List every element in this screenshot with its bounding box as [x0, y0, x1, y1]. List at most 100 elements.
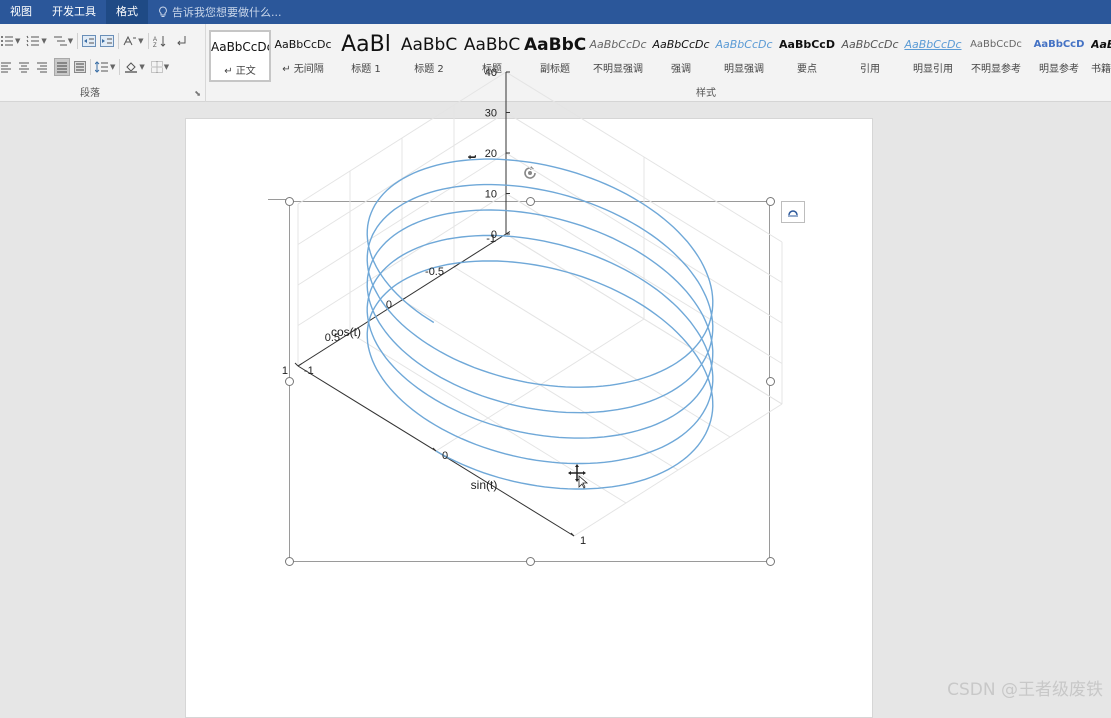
- style-intense-emphasis[interactable]: AaBbCcDc 明显强调: [713, 30, 775, 82]
- align-right-icon: [36, 61, 48, 73]
- style-sample: AaBbC: [461, 30, 523, 60]
- style-name: 强调: [650, 60, 712, 75]
- bullets-icon: [0, 35, 14, 47]
- borders-icon: [151, 61, 163, 73]
- selected-image-frame[interactable]: [289, 201, 770, 562]
- style-sample: AaBbCcD: [776, 30, 838, 60]
- style-sample: AaBbCcDc: [650, 30, 712, 60]
- style-sample: AaBbC: [398, 30, 460, 60]
- tell-me-text: 告诉我您想要做什么...: [172, 4, 282, 20]
- style-subtle-reference[interactable]: AaBbCcDc 不明显参考: [965, 30, 1027, 82]
- styles-group-label: 样式: [696, 84, 716, 99]
- style-name: 引用: [839, 60, 901, 75]
- align-left-icon: [0, 61, 12, 73]
- svg-text:Z: Z: [153, 43, 157, 47]
- style-sample: AaBbCcDc: [587, 30, 649, 60]
- style-name: 副标题: [524, 60, 586, 75]
- distributed-icon: [74, 61, 86, 73]
- layout-options-button[interactable]: [781, 201, 805, 223]
- multilevel-list-button[interactable]: ▼: [53, 32, 73, 50]
- sort-button[interactable]: AZ: [153, 32, 167, 50]
- style-sample: AaBbCcDc: [1091, 30, 1111, 60]
- tab-view[interactable]: 视图: [0, 0, 42, 24]
- paragraph-dialog-launcher-icon[interactable]: ⬊: [194, 89, 201, 98]
- style-name: 标题: [461, 60, 523, 75]
- paragraph-row-1: ▼ ▼ ▼ ▼ AZ: [0, 31, 187, 51]
- style-heading-1[interactable]: AaBl 标题 1: [335, 30, 397, 82]
- multilevel-list-icon: [53, 35, 67, 47]
- style-name: 标题 2: [398, 60, 460, 75]
- resize-handle-bottom-left[interactable]: [285, 557, 294, 566]
- align-center-button[interactable]: [18, 58, 30, 76]
- show-marks-button[interactable]: [175, 32, 187, 50]
- styles-group: AaBbCcDc ↵ 正文 AaBbCcDc ↵ 无间隔 AaBl 标题 1 A…: [206, 24, 1111, 102]
- style-intense-quote[interactable]: AaBbCcDc 明显引用: [902, 30, 964, 82]
- style-sample: AaBbCcDc: [902, 30, 964, 60]
- resize-handle-left[interactable]: [285, 377, 294, 386]
- paint-bucket-icon: [124, 61, 138, 73]
- rotate-handle-icon[interactable]: [520, 163, 540, 183]
- resize-handle-top[interactable]: [526, 197, 535, 206]
- style-quote[interactable]: AaBbCcDc 引用: [839, 30, 901, 82]
- resize-handle-right[interactable]: [766, 377, 775, 386]
- sort-icon: AZ: [153, 35, 167, 47]
- style-sample: AaBbCcDc: [713, 30, 775, 60]
- shading-button[interactable]: ▼: [124, 58, 144, 76]
- style-sample: AaBbCcD: [1028, 30, 1090, 60]
- resize-handle-bottom[interactable]: [526, 557, 535, 566]
- style-subtitle[interactable]: AaBbC 副标题: [524, 30, 586, 82]
- increase-indent-icon: [100, 35, 114, 47]
- justify-button[interactable]: [54, 58, 70, 76]
- resize-handle-top-right[interactable]: [766, 197, 775, 206]
- style-name: 明显参考: [1028, 60, 1090, 75]
- numbering-icon: [26, 35, 40, 47]
- decrease-indent-button[interactable]: [82, 32, 96, 50]
- layout-options-icon: [786, 206, 800, 218]
- style-title[interactable]: AaBbC 标题: [461, 30, 523, 82]
- style-name: 不明显参考: [965, 60, 1027, 75]
- line-spacing-icon: [95, 61, 109, 73]
- tab-developer[interactable]: 开发工具: [42, 0, 106, 24]
- style-subtle-emphasis[interactable]: AaBbCcDc 不明显强调: [587, 30, 649, 82]
- chinese-layout-button[interactable]: ▼: [123, 32, 143, 50]
- borders-button[interactable]: ▼: [151, 58, 169, 76]
- style-emphasis[interactable]: AaBbCcDc 强调: [650, 30, 712, 82]
- align-center-icon: [18, 61, 30, 73]
- style-name: 要点: [776, 60, 838, 75]
- lightbulb-icon: [158, 6, 168, 18]
- style-no-spacing[interactable]: AaBbCcDc ↵ 无间隔: [272, 30, 334, 82]
- tell-me-box[interactable]: 告诉我您想要做什么...: [148, 0, 282, 24]
- align-right-button[interactable]: [36, 58, 48, 76]
- style-name: ↵ 无间隔: [272, 60, 334, 75]
- style-name: 不明显强调: [587, 60, 649, 75]
- style-name: ↵ 正文: [211, 62, 269, 77]
- distributed-button[interactable]: [74, 58, 86, 76]
- paragraph-row-2: ▼ ▼ ▼: [0, 57, 169, 77]
- align-left-button[interactable]: [0, 58, 12, 76]
- tab-format[interactable]: 格式: [106, 0, 148, 24]
- justify-icon: [56, 61, 68, 73]
- style-heading-2[interactable]: AaBbC 标题 2: [398, 30, 460, 82]
- bullets-button[interactable]: ▼: [0, 32, 20, 50]
- style-intense-reference[interactable]: AaBbCcD 明显参考: [1028, 30, 1090, 82]
- resize-handle-top-left[interactable]: [285, 197, 294, 206]
- style-sample: AaBbCcDc: [965, 30, 1027, 60]
- style-name: 标题 1: [335, 60, 397, 75]
- style-sample: AaBbC: [524, 30, 586, 60]
- style-sample: AaBbCcDc: [839, 30, 901, 60]
- watermark: CSDN @王者级废铁: [947, 675, 1103, 700]
- chinese-layout-icon: [123, 35, 137, 47]
- decrease-indent-icon: [82, 35, 96, 47]
- ribbon: ▼ ▼ ▼ ▼ AZ: [0, 24, 1111, 102]
- numbering-button[interactable]: ▼: [26, 32, 46, 50]
- line-spacing-button[interactable]: ▼: [95, 58, 115, 76]
- ribbon-tab-bar: 视图 开发工具 格式 告诉我您想要做什么...: [0, 0, 1111, 24]
- resize-handle-bottom-right[interactable]: [766, 557, 775, 566]
- increase-indent-button[interactable]: [100, 32, 114, 50]
- style-name: 书籍: [1091, 60, 1111, 75]
- style-strong[interactable]: AaBbCcD 要点: [776, 30, 838, 82]
- style-sample: AaBbCcDc: [272, 30, 334, 60]
- style-normal[interactable]: AaBbCcDc ↵ 正文: [209, 30, 271, 82]
- paragraph-group: ▼ ▼ ▼ ▼ AZ: [0, 24, 206, 102]
- style-book-title[interactable]: AaBbCcDc 书籍: [1091, 30, 1111, 82]
